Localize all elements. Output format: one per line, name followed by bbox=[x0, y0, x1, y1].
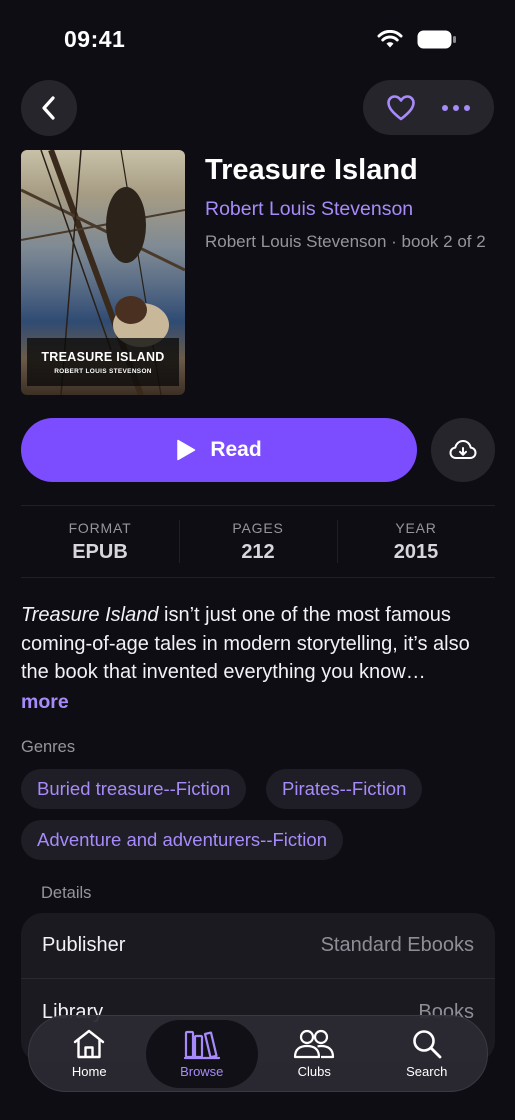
books-icon bbox=[183, 1030, 220, 1060]
detail-row-publisher[interactable]: Publisher Standard Ebooks bbox=[21, 913, 495, 979]
stat-label: YEAR bbox=[395, 519, 437, 536]
more-options-button[interactable] bbox=[441, 104, 471, 112]
status-icons bbox=[377, 30, 457, 49]
tab-search[interactable]: Search bbox=[371, 1020, 484, 1088]
home-icon bbox=[74, 1029, 105, 1059]
tab-browse[interactable]: Browse bbox=[145, 1019, 258, 1088]
actions-pill bbox=[363, 80, 494, 135]
status-time: 09:41 bbox=[64, 26, 126, 52]
description-italic-title: Treasure Island bbox=[21, 604, 159, 626]
genre-chip[interactable]: Adventure and adventurers--Fiction bbox=[21, 820, 343, 860]
play-icon bbox=[177, 439, 196, 461]
detail-value: Standard Ebooks bbox=[320, 934, 474, 956]
cover-author: ROBERT LOUIS STEVENSON bbox=[54, 367, 152, 375]
search-icon bbox=[412, 1030, 442, 1059]
tab-label: Clubs bbox=[297, 1064, 331, 1079]
favorite-button[interactable] bbox=[386, 94, 416, 122]
book-stats: FORMAT EPUB PAGES 212 YEAR 2015 bbox=[21, 505, 495, 578]
tab-label: Browse bbox=[180, 1064, 224, 1079]
stat-value: 2015 bbox=[393, 540, 439, 563]
tab-bar: Home Browse Clubs Search bbox=[28, 1015, 488, 1092]
cover-label: TREASURE ISLAND ROBERT LOUIS STEVENSON bbox=[27, 338, 179, 386]
series-info[interactable]: Robert Louis Stevenson · book 2 of 2 bbox=[205, 230, 500, 254]
stat-label: PAGES bbox=[232, 519, 284, 536]
book-description: Treasure Island isn’t just one of the mo… bbox=[21, 601, 495, 687]
details-heading: Details bbox=[41, 884, 92, 902]
tab-label: Search bbox=[406, 1064, 448, 1079]
stat-format: FORMAT EPUB bbox=[21, 506, 179, 577]
download-button[interactable] bbox=[431, 418, 495, 482]
stat-pages: PAGES 212 bbox=[179, 506, 337, 577]
cloud-download-icon bbox=[449, 440, 477, 459]
more-link[interactable]: more bbox=[21, 691, 69, 714]
tab-clubs[interactable]: Clubs bbox=[258, 1020, 371, 1088]
read-button[interactable]: Read bbox=[21, 418, 417, 482]
genre-chip[interactable]: Buried treasure--Fiction bbox=[21, 769, 247, 809]
ellipsis-icon bbox=[442, 104, 471, 111]
stat-label: FORMAT bbox=[68, 519, 132, 536]
stat-value: EPUB bbox=[72, 540, 128, 563]
wifi-icon bbox=[377, 30, 403, 48]
read-label: Read bbox=[210, 438, 262, 461]
people-icon bbox=[294, 1029, 335, 1059]
battery-icon bbox=[417, 30, 456, 49]
chevron-left-icon bbox=[42, 96, 55, 120]
back-button[interactable] bbox=[21, 80, 77, 136]
heart-icon bbox=[386, 94, 415, 120]
stat-value: 212 bbox=[241, 540, 275, 563]
tab-home[interactable]: Home bbox=[33, 1020, 146, 1088]
book-cover[interactable]: TREASURE ISLAND ROBERT LOUIS STEVENSON bbox=[21, 150, 185, 395]
book-title: Treasure Island bbox=[205, 154, 418, 186]
tab-label: Home bbox=[71, 1064, 107, 1079]
genre-chip[interactable]: Pirates--Fiction bbox=[266, 769, 423, 809]
cover-title: TREASURE ISLAND bbox=[41, 349, 165, 364]
genres-heading: Genres bbox=[21, 738, 76, 756]
stat-year: YEAR 2015 bbox=[337, 506, 495, 577]
detail-key: Publisher bbox=[42, 934, 126, 956]
author-link[interactable]: Robert Louis Stevenson bbox=[205, 198, 413, 221]
